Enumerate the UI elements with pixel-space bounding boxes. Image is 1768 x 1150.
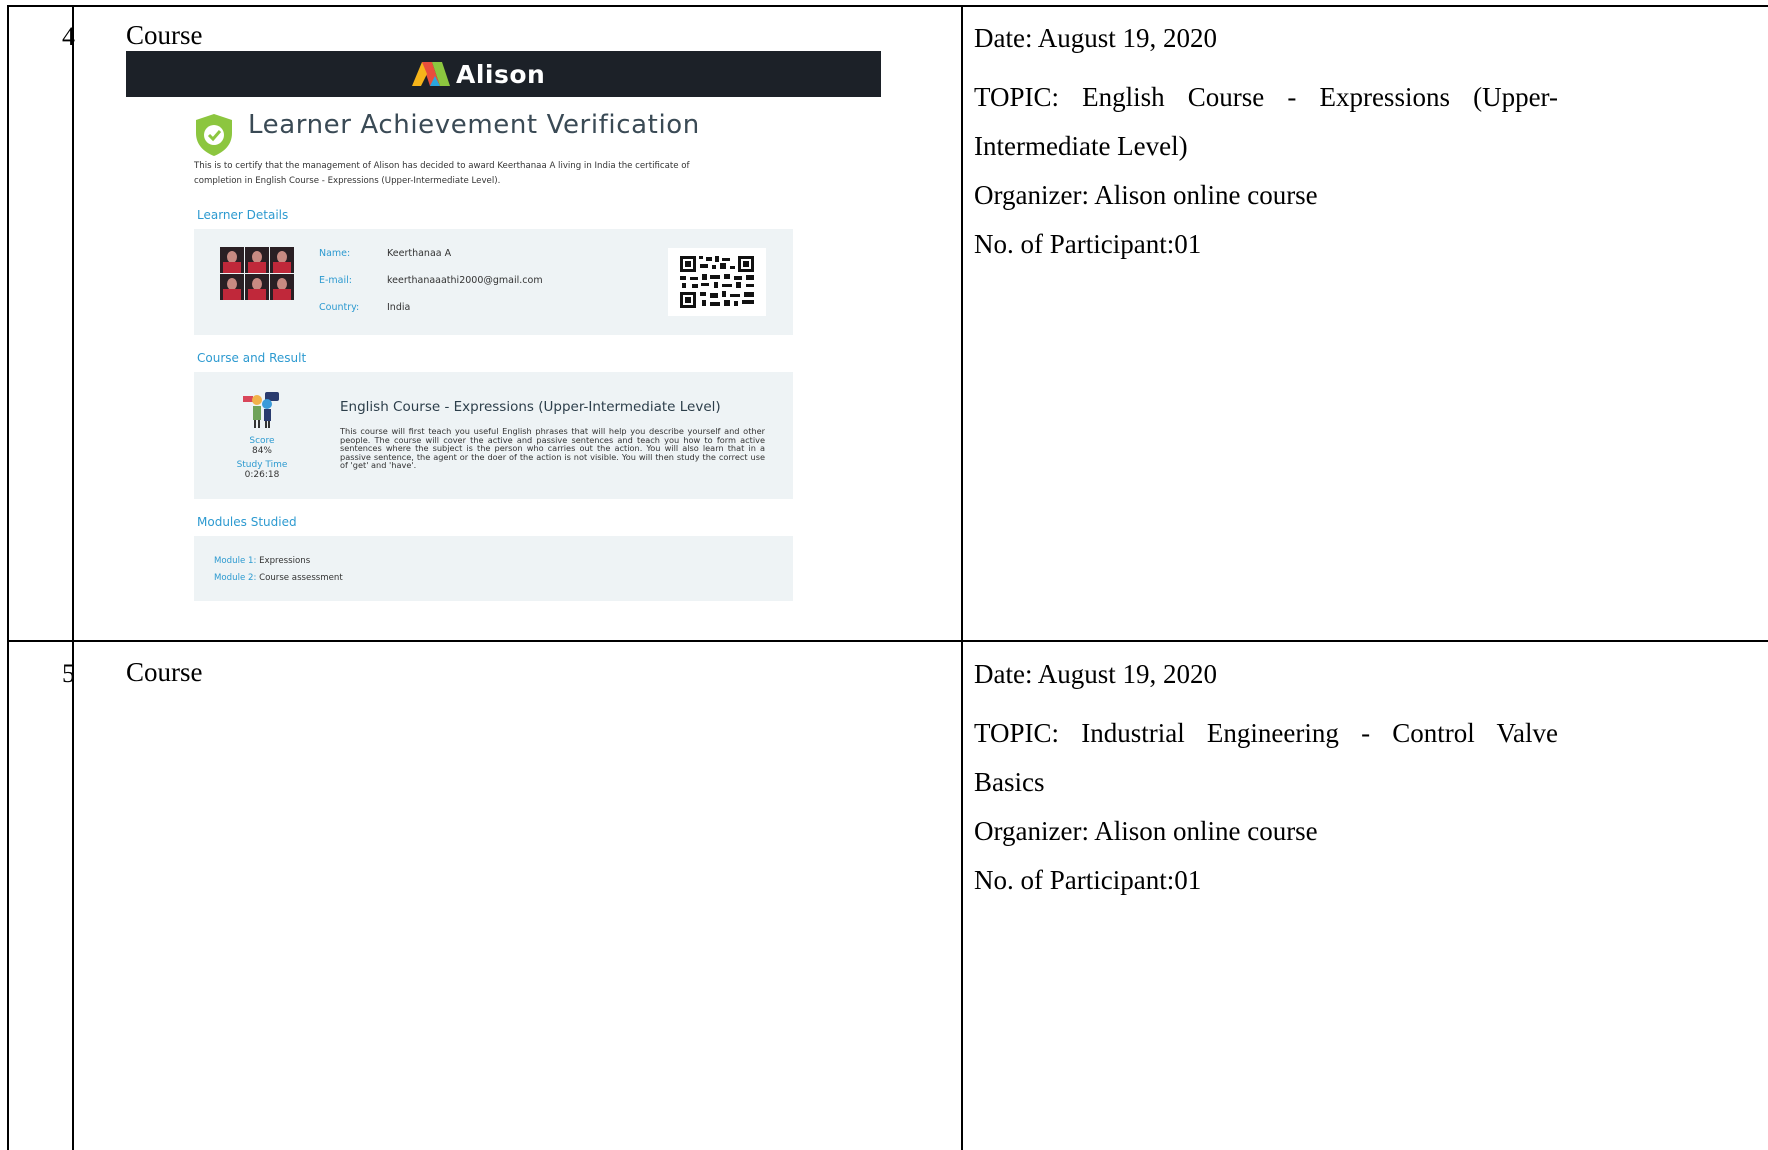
event-topic-continued: Basics: [974, 767, 1045, 797]
event-topic: TOPIC: Industrial Engineering - Control …: [974, 718, 1558, 748]
country-value: India: [387, 302, 411, 313]
module-item: Module 2: Course assessment: [214, 573, 343, 583]
event-date: Date: August 19, 2020: [974, 659, 1217, 689]
learner-photo: [220, 274, 244, 300]
event-date: Date: August 19, 2020: [974, 23, 1217, 53]
learner-photo: [245, 274, 269, 300]
event-topic-continued: Intermediate Level): [974, 131, 1188, 161]
table-row-divider: [7, 640, 1768, 642]
study-time-label: Study Time: [236, 460, 288, 470]
learner-photo: [270, 274, 294, 300]
certificate-intro-line-2: completion in English Course - Expressio…: [194, 176, 501, 186]
email-label: E-mail:: [319, 275, 352, 286]
course-result-heading: Course and Result: [197, 351, 307, 365]
learner-photo: [220, 247, 244, 273]
module-value: Course assessment: [259, 573, 343, 583]
course-result-panel: Score 84% Study Time 0:26:18 English Cou…: [194, 372, 793, 499]
learner-photo: [245, 247, 269, 273]
qr-code-icon: [680, 256, 754, 308]
event-participants: No. of Participant:01: [974, 229, 1202, 259]
certificate-image: Alison Learner Achievement Verification …: [126, 51, 881, 611]
module-key: Module 1:: [214, 556, 257, 566]
row-number: 5: [62, 659, 75, 688]
module-value: Expressions: [259, 556, 311, 566]
module-item: Module 1: Expressions: [214, 556, 310, 566]
score-value: 84%: [251, 446, 272, 456]
learner-photo: [270, 247, 294, 273]
event-participants: No. of Participant:01: [974, 865, 1202, 895]
event-topic: TOPIC: English Course - Expressions (Upp…: [974, 82, 1558, 112]
certificate-intro-line-1: This is to certify that the management o…: [194, 161, 690, 171]
learner-details-heading: Learner Details: [197, 208, 289, 222]
study-time-value: 0:26:18: [244, 470, 280, 480]
certificate-intro: This is to certify that the management o…: [194, 159, 804, 189]
alison-logo: Alison: [412, 59, 545, 89]
table-column-divider-1: [72, 5, 74, 1150]
name-value: Keerthanaa A: [387, 248, 452, 259]
table-column-divider-2: [961, 5, 963, 1150]
event-organizer: Organizer: Alison online course: [974, 180, 1318, 210]
table-border-left: [7, 5, 9, 1150]
modules-panel: Module 1: Expressions Module 2: Course a…: [194, 536, 793, 601]
alison-logo-icon: [412, 62, 450, 86]
course-name: English Course - Expressions (Upper-Inte…: [340, 399, 721, 415]
row-number: 4: [62, 22, 75, 51]
email-value: keerthanaaathi2000@gmail.com: [387, 275, 543, 286]
event-details: Date: August 19, 2020 TOPIC: English Cou…: [974, 14, 1558, 269]
event-organizer: Organizer: Alison online course: [974, 816, 1318, 846]
certificate-header-bar: Alison: [126, 51, 881, 97]
score-label: Score: [249, 436, 275, 446]
certificate-title: Learner Achievement Verification: [248, 110, 700, 140]
verified-shield-icon: [196, 114, 232, 156]
learner-photo-grid: [220, 247, 300, 303]
module-key: Module 2:: [214, 573, 257, 583]
course-illustration-icon: [243, 392, 279, 428]
learner-details-panel: Name: Keerthanaa A E-mail: keerthanaaath…: [194, 229, 793, 335]
modules-heading: Modules Studied: [197, 515, 297, 529]
brand-name: Alison: [456, 59, 546, 89]
row-type-label: Course: [126, 20, 203, 50]
name-label: Name:: [319, 248, 351, 259]
qr-code: [668, 248, 766, 316]
table-border-top: [7, 5, 1768, 7]
row-type-label: Course: [126, 657, 203, 687]
course-description: This course will first teach you useful …: [340, 426, 765, 471]
country-label: Country:: [319, 302, 360, 313]
event-details: Date: August 19, 2020 TOPIC: Industrial …: [974, 650, 1558, 905]
